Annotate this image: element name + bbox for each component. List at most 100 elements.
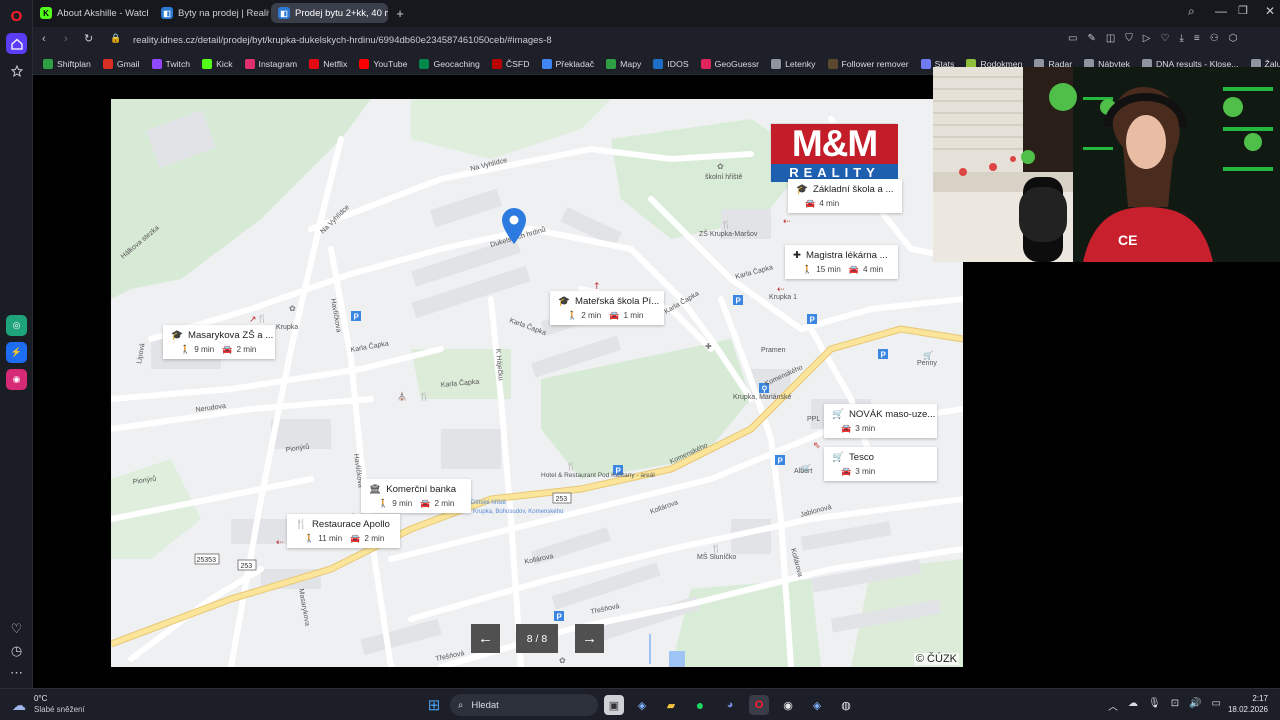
back-icon[interactable]: ‹	[42, 33, 46, 45]
shield-icon[interactable]: ⛉	[1125, 33, 1133, 44]
steam-taskbar-icon[interactable]: ◈	[807, 695, 827, 715]
bookmark-item[interactable]: Follower remover	[827, 58, 909, 69]
play-icon[interactable]: ▷	[1143, 33, 1151, 44]
tab-kick[interactable]: K About Akshille - Watch Li	[33, 3, 148, 23]
svg-text:⛪: ⛪	[397, 391, 407, 401]
bookmark-item[interactable]: Překladač	[541, 58, 594, 69]
poi-card-magistra-lekarna[interactable]: ✚ Magistra lékárna ... 🚶 15 min 🚘 4 min	[785, 245, 898, 279]
reader-icon[interactable]: ▭	[1068, 33, 1077, 44]
more-icon[interactable]: ⋯	[6, 662, 27, 683]
onedrive-icon[interactable]: ☁	[1128, 698, 1138, 713]
bookmark-favicon-icon	[309, 58, 320, 69]
bookmark-item[interactable]: Kick	[202, 58, 233, 69]
file-explorer-icon[interactable]: ▰	[661, 695, 681, 715]
opera-taskbar-icon[interactable]: O	[749, 695, 769, 715]
bookmark-item[interactable]: YouTube	[359, 58, 407, 69]
profile-icon[interactable]: ⚇	[1210, 33, 1219, 44]
discord-icon[interactable]: ◕	[720, 695, 740, 715]
weather-temp[interactable]: 0°C	[34, 694, 47, 703]
new-tab-button[interactable]: +	[389, 3, 411, 23]
menu-icon[interactable]: ≡	[1194, 33, 1200, 44]
bookmark-favicon-icon	[244, 58, 255, 69]
location-pin-icon[interactable]	[500, 207, 528, 245]
url-field[interactable]: reality.idnes.cz/detail/prodej/byt/krupk…	[133, 29, 1033, 51]
volume-icon[interactable]: 🔊	[1189, 698, 1201, 713]
steam-icon[interactable]: ◈	[632, 695, 652, 715]
svg-text:🍴: 🍴	[721, 219, 731, 229]
reload-icon[interactable]: ↻	[84, 32, 93, 45]
instagram-icon[interactable]: ◉	[6, 369, 27, 390]
network-icon[interactable]: ⊡	[1171, 698, 1179, 713]
svg-text:⇠: ⇠	[276, 538, 284, 548]
bookmark-item[interactable]: Mapy	[606, 58, 641, 69]
bookmark-item[interactable]: IDOS	[653, 58, 689, 69]
gallery-prev-button[interactable]: ←	[471, 624, 500, 653]
bookmark-item[interactable]: GeoGuessr	[700, 58, 759, 69]
lock-icon: 🔒	[110, 33, 122, 43]
bookmark-item[interactable]: Gmail	[102, 58, 140, 69]
svg-text:P: P	[354, 313, 360, 322]
address-bar-row: ‹ › ↻ 🔒 reality.idnes.cz/detail/prodej/b…	[33, 27, 1280, 53]
app-taskbar-icon[interactable]: ◍	[836, 695, 856, 715]
windows-start-icon[interactable]: ⊞	[424, 695, 444, 715]
spotify-icon[interactable]: ●	[690, 695, 710, 715]
bookmark-favicon-icon	[541, 58, 552, 69]
car-icon: 🚘	[841, 424, 852, 433]
heart-icon[interactable]: ♡	[6, 618, 27, 639]
clock-time[interactable]: 2:17	[1228, 694, 1268, 703]
bookmark-favicon-icon	[771, 58, 782, 69]
home-icon[interactable]	[6, 33, 27, 54]
poi-card-tesco[interactable]: 🛒 Tesco 🚘 3 min	[824, 447, 937, 481]
svg-text:🍴: 🍴	[711, 543, 721, 553]
taskbar-search[interactable]: ⌕ Hledat	[450, 694, 598, 716]
poi-card-novak-maso[interactable]: 🛒 NOVÁK maso-uze... 🚘 3 min	[824, 404, 937, 438]
svg-text:Krupka 1: Krupka 1	[769, 294, 797, 301]
tab-prodej-active[interactable]: ◧ Prodej bytu 2+kk, 40 m2, ✕	[271, 3, 388, 23]
map-image: P P P P P P P ⚲ 253 253 25353 Na Vyhlídc…	[111, 99, 963, 667]
bookmark-item[interactable]: Netflix	[309, 58, 347, 69]
idnes-icon: ◧	[161, 7, 173, 19]
download-icon[interactable]: ⤓	[1179, 33, 1183, 44]
star-icon[interactable]	[6, 60, 27, 81]
edit-icon[interactable]: ✎	[1087, 33, 1095, 44]
svg-text:⇖: ⇖	[813, 441, 821, 451]
bookmark-item[interactable]: Twitch	[151, 58, 190, 69]
history-icon[interactable]: ◷	[6, 640, 27, 661]
gallery-next-button[interactable]: →	[575, 624, 604, 653]
walk-icon: 🚶	[304, 534, 315, 543]
poi-card-zakladni-skola[interactable]: 🎓 Základní škola a ... 🚘 4 min	[788, 179, 902, 213]
poi-card-materska-skola[interactable]: 🎓 Mateřská škola Pí... 🚶 2 min 🚘 1 min	[550, 291, 664, 325]
tray-chevron-icon[interactable]: ︿	[1108, 698, 1118, 713]
bookmark-item[interactable]: Instagram	[244, 58, 297, 69]
extensions-icon[interactable]: ⬡	[1229, 33, 1238, 44]
microphone-icon[interactable]: 🎙	[1148, 698, 1161, 713]
bookmark-favicon-icon	[43, 58, 53, 69]
poi-card-masarykova-zs[interactable]: 🎓 Masarykova ZŠ a ... 🚶 9 min 🚘 2 min	[163, 325, 275, 359]
clock-date[interactable]: 18.02.2026	[1218, 705, 1268, 714]
camera-icon[interactable]: ◫	[1106, 33, 1115, 44]
minimize-icon[interactable]: —	[1215, 4, 1227, 18]
maps-taskbar-icon[interactable]: ◉	[778, 695, 798, 715]
task-view-icon[interactable]: ▣	[604, 695, 624, 715]
poi-card-komercni-banka[interactable]: 🏛 Komerční banka 🚶 9 min 🚘 2 min	[361, 479, 471, 513]
bookmark-item[interactable]: Shiftplan	[43, 58, 91, 69]
svg-text:✿: ✿	[717, 162, 724, 171]
tab-byty[interactable]: ◧ Byty na prodej | Reality.iD	[154, 3, 269, 23]
poi-card-restaurace-apollo[interactable]: 🍴 Restaurace Apollo 🚶 11 min 🚘 2 min	[287, 514, 400, 548]
svg-text:✿: ✿	[559, 656, 566, 665]
forward-icon[interactable]: ›	[64, 33, 68, 45]
chatgpt-icon[interactable]: ◎	[6, 315, 27, 336]
restore-icon[interactable]: ❐	[1238, 4, 1248, 17]
close-window-icon[interactable]: ✕	[1265, 4, 1275, 18]
pharmacy-icon: ✚	[793, 250, 802, 261]
messenger-icon[interactable]: ⚡	[6, 342, 27, 363]
search-tabs-icon[interactable]: ⌕	[1188, 4, 1195, 19]
bookmark-item[interactable]: Letenky	[771, 58, 816, 69]
bookmark-item[interactable]: ČSFD	[491, 58, 530, 69]
svg-text:253: 253	[241, 563, 253, 570]
bookmark-item[interactable]: Geocaching	[419, 58, 480, 69]
heart-icon[interactable]: ♡	[1161, 33, 1170, 44]
bank-icon: 🏛	[369, 484, 382, 495]
opera-logo-icon[interactable]: O	[6, 6, 27, 27]
weather-desc[interactable]: Slabé sněžení	[34, 705, 85, 714]
